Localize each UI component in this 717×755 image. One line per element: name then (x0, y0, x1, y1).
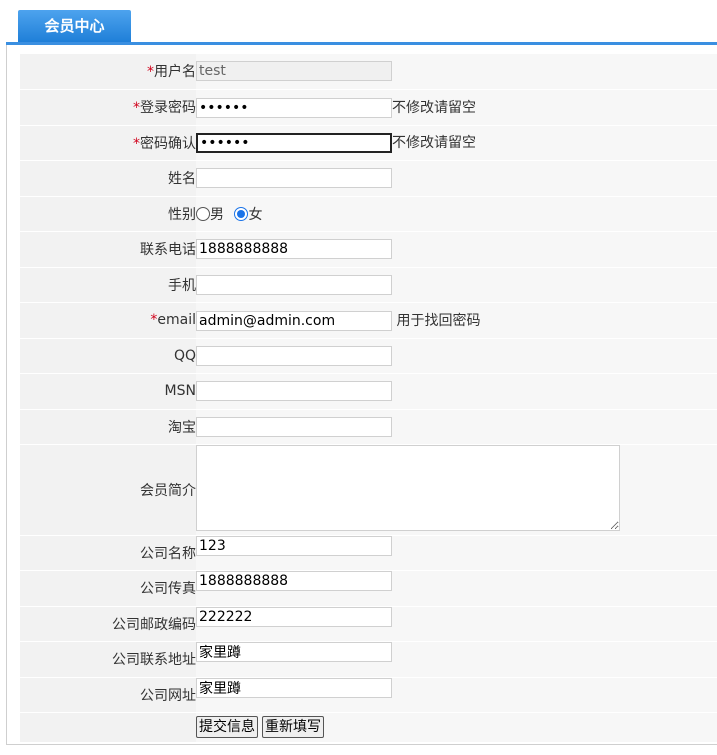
company-name-input[interactable] (196, 535, 392, 556)
row-company-name: 公司名称 (20, 535, 717, 571)
tab-member-center[interactable]: 会员中心 (18, 10, 131, 42)
label-company-fax: 公司传真 (20, 570, 196, 607)
required-mark: * (147, 64, 154, 81)
row-mobile: 手机 (20, 267, 717, 303)
company-address-input[interactable] (196, 641, 392, 662)
row-email: *email 用于找回密码 (20, 302, 717, 339)
password-confirm-hint: 不修改请留空 (392, 135, 476, 151)
tab-underline (6, 42, 717, 45)
row-intro: 会员简介 (20, 444, 717, 536)
panel-bottom-border (6, 744, 717, 745)
gender-male-radio[interactable] (196, 206, 210, 221)
label-intro: 会员简介 (20, 444, 196, 536)
label-company-name: 公司名称 (20, 535, 196, 571)
row-password: *登录密码 不修改请留空 (20, 89, 717, 126)
tab-bar: 会员中心 (0, 0, 717, 45)
mobile-input[interactable] (196, 274, 392, 295)
label-text: 登录密码 (140, 100, 196, 116)
label-password-confirm: *密码确认 (20, 125, 196, 161)
label-msn: MSN (20, 373, 196, 410)
label-password: *登录密码 (20, 89, 196, 126)
password-input[interactable] (196, 97, 392, 118)
row-name: 姓名 (20, 160, 717, 197)
password-confirm-input[interactable] (196, 133, 392, 153)
required-mark: * (133, 135, 140, 152)
label-email: *email (20, 302, 196, 339)
gender-female-radio[interactable] (234, 206, 249, 221)
row-company-zip: 公司邮政编码 (20, 606, 717, 642)
label-actions-empty (20, 712, 196, 743)
row-gender: 性别 男 女 (20, 196, 717, 232)
row-msn: MSN (20, 373, 717, 410)
label-phone: 联系电话 (20, 231, 196, 268)
company-fax-input[interactable] (196, 570, 392, 591)
company-zip-input[interactable] (196, 606, 392, 627)
row-taobao: 淘宝 (20, 409, 717, 445)
email-input[interactable] (196, 310, 392, 331)
label-username: *用户名 (20, 54, 196, 90)
row-company-address: 公司联系地址 (20, 641, 717, 678)
label-taobao: 淘宝 (20, 409, 196, 445)
member-profile-form: *用户名 *登录密码 不修改请留空 *密码确认 不修改请留空 姓名 性别 男 女… (20, 54, 717, 743)
qq-input[interactable] (196, 345, 392, 366)
label-name: 姓名 (20, 160, 196, 197)
label-company-address: 公司联系地址 (20, 641, 196, 678)
row-company-fax: 公司传真 (20, 570, 717, 607)
label-text: 用户名 (154, 64, 196, 81)
password-hint: 不修改请留空 (392, 99, 476, 116)
row-qq: QQ (20, 338, 717, 374)
gender-female-label: 女 (248, 206, 263, 223)
name-input[interactable] (196, 168, 392, 188)
username-input (196, 61, 392, 82)
row-password-confirm: *密码确认 不修改请留空 (20, 125, 717, 161)
label-qq: QQ (20, 338, 196, 374)
row-actions: 提交信息 重新填写 (20, 712, 717, 743)
required-mark: * (133, 100, 140, 116)
email-hint: 用于找回密码 (396, 312, 481, 329)
phone-input[interactable] (196, 239, 392, 259)
label-text: email (157, 312, 196, 328)
panel-left-border (6, 45, 7, 745)
intro-textarea[interactable] (196, 444, 620, 531)
msn-input[interactable] (196, 381, 392, 401)
label-company-url: 公司网址 (20, 677, 196, 713)
label-gender: 性别 (20, 196, 196, 232)
gender-male-label: 男 (210, 206, 224, 223)
taobao-input[interactable] (196, 416, 392, 437)
reset-button[interactable]: 重新填写 (262, 716, 324, 738)
label-mobile: 手机 (20, 267, 196, 303)
row-company-url: 公司网址 (20, 677, 717, 713)
row-phone: 联系电话 (20, 231, 717, 268)
label-text: 密码确认 (140, 135, 196, 152)
company-url-input[interactable] (196, 677, 392, 698)
row-username: *用户名 (20, 54, 717, 90)
label-company-zip: 公司邮政编码 (20, 606, 196, 642)
submit-button[interactable]: 提交信息 (196, 716, 258, 738)
